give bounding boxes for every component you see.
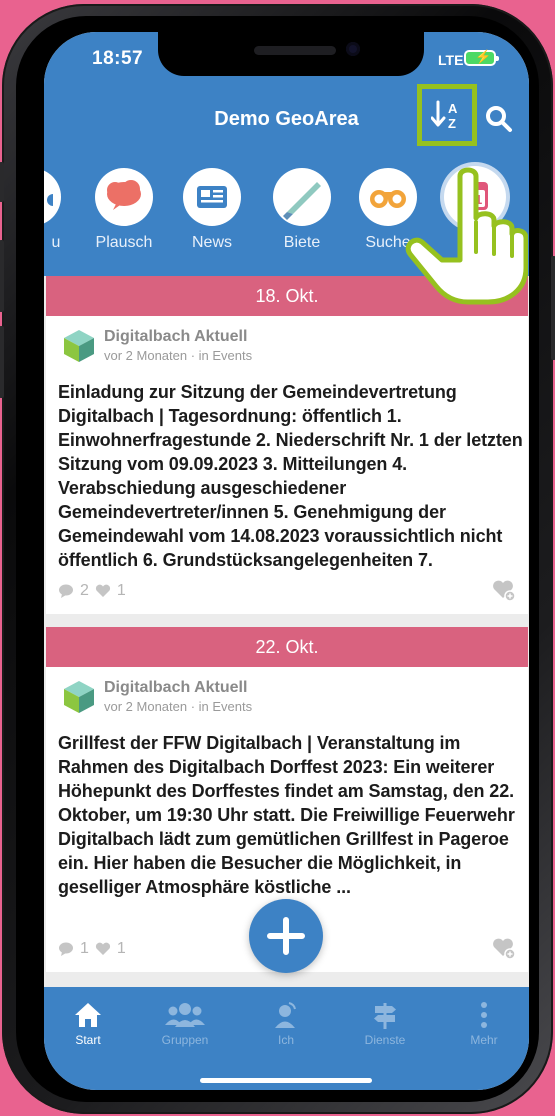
heart-icon [95, 942, 110, 955]
date-header: 22. Okt. [46, 627, 528, 667]
post-author[interactable]: Digitalbach Aktuell [104, 679, 247, 697]
home-indicator [200, 1078, 372, 1083]
sort-az-button[interactable]: A Z [417, 84, 477, 146]
post-text[interactable]: Einladung zur Sitzung der Gemeindevertre… [58, 380, 528, 572]
partial-icon [44, 168, 61, 226]
tab-gruppen[interactable]: Gruppen [145, 1001, 225, 1047]
tab-label: Start [75, 1033, 101, 1047]
tab-dienste[interactable]: Dienste [345, 1001, 425, 1047]
person-icon [275, 1002, 296, 1028]
tab-label: Dienste [364, 1033, 406, 1047]
category-label: Plausch [95, 234, 153, 251]
mute-switch [0, 162, 4, 202]
category-label: Biete [283, 234, 321, 251]
post-card[interactable]: 18. Okt. Digitalbach Aktuell vor 2 Monat… [46, 276, 528, 614]
favorite-add-icon[interactable] [492, 936, 516, 960]
comment-icon [59, 584, 73, 598]
home-icon [75, 1003, 101, 1027]
more-icon [481, 1002, 487, 1028]
like-count: 1 [116, 940, 126, 957]
category-biete[interactable]: Biete [262, 168, 342, 252]
tab-mehr[interactable]: Mehr [444, 1001, 524, 1047]
sort-az-icon: A Z [431, 100, 458, 131]
favorite-add-icon[interactable] [492, 578, 516, 602]
comment-count: 1 [80, 940, 89, 957]
volume-up-button [0, 240, 4, 312]
publisher-logo-icon [64, 681, 94, 713]
volume-down-button [0, 326, 4, 398]
power-button [551, 256, 555, 360]
svg-text:A: A [448, 101, 458, 116]
signpost-icon [374, 1003, 396, 1029]
search-icon[interactable] [484, 104, 514, 134]
tab-label: Gruppen [161, 1033, 209, 1047]
status-time: 18:57 [92, 48, 144, 69]
tab-label: Mehr [470, 1033, 498, 1047]
bottom-tab-bar: Start Gruppen Ich Dienste Mehr [44, 987, 529, 1090]
group-icon [165, 1003, 205, 1027]
like-count: 1 [116, 582, 126, 599]
tab-label: Ich [277, 1033, 294, 1047]
publisher-logo-icon [64, 330, 94, 362]
post-stats: 1 1 [58, 940, 126, 958]
front-camera [346, 42, 360, 56]
svg-text:Z: Z [448, 116, 456, 131]
heart-icon [95, 584, 110, 597]
add-post-button[interactable] [249, 899, 323, 973]
battery-icon: ⚡ [464, 49, 499, 66]
comment-icon [59, 942, 73, 956]
notch [158, 32, 424, 76]
post-meta: vor 2 Monaten · in Events [104, 699, 253, 714]
tab-ich[interactable]: Ich [246, 1001, 326, 1047]
category-partial[interactable]: u [44, 168, 72, 252]
category-plausch[interactable]: Plausch [84, 168, 164, 252]
post-stats: 2 1 [58, 582, 126, 600]
category-label: News [191, 234, 232, 251]
speech-bubble-icon [95, 168, 153, 226]
saw-icon [273, 168, 331, 226]
comment-count: 2 [80, 582, 89, 599]
pointing-hand-icon [405, 167, 528, 305]
network-indicator: LTE [438, 52, 464, 68]
category-label: u [51, 234, 61, 251]
post-text[interactable]: Grillfest der FFW Digitalbach | Veransta… [58, 731, 528, 899]
post-meta: vor 2 Monaten · in Events [104, 348, 253, 363]
speaker-grille [254, 46, 336, 55]
plus-icon [267, 917, 305, 955]
category-news[interactable]: News [172, 168, 252, 252]
post-author[interactable]: Digitalbach Aktuell [104, 328, 247, 346]
newspaper-icon [183, 168, 241, 226]
tab-start[interactable]: Start [48, 1001, 128, 1047]
